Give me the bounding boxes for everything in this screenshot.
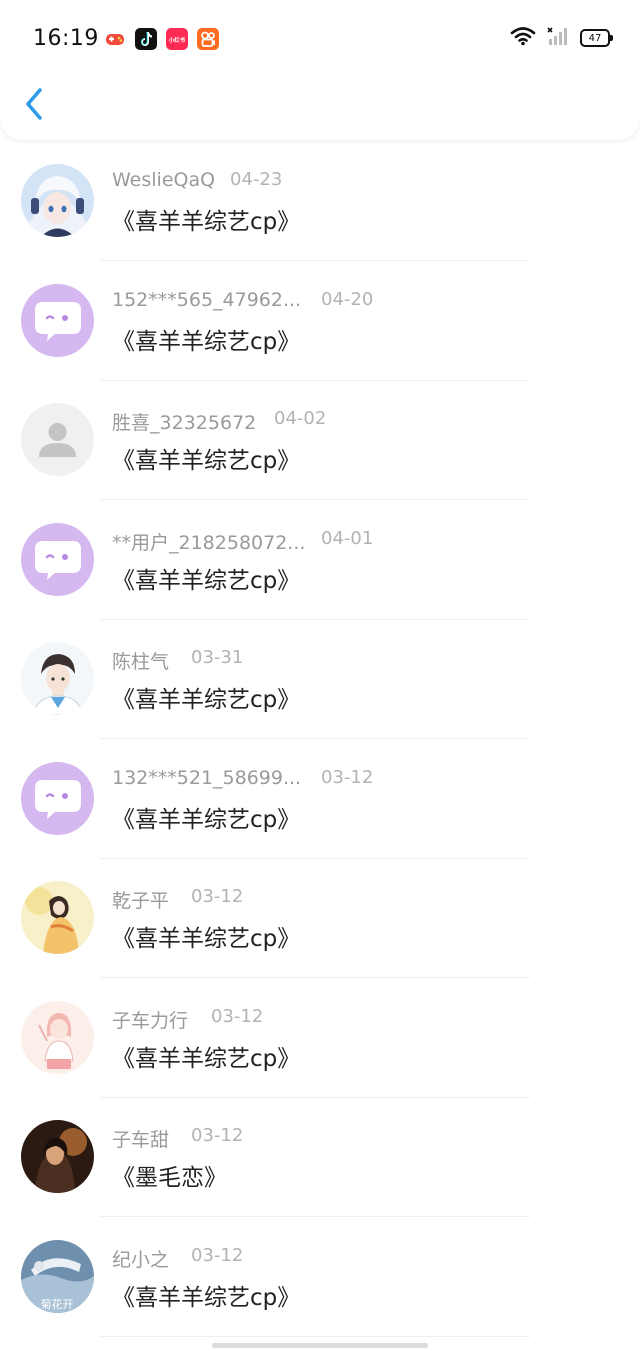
- name-line: 子车甜 03-12: [112, 1125, 243, 1152]
- cellular-signal-icon: [546, 26, 570, 50]
- name-line: 纪小之 03-12: [112, 1245, 243, 1272]
- avatar[interactable]: [21, 283, 94, 357]
- name-line: 乾子平 03-12: [112, 886, 243, 913]
- chat-bubble-icon: [21, 283, 94, 357]
- list-item[interactable]: 菊花开 纪小之 03-12 《喜羊羊综艺cp》: [0, 1219, 640, 1339]
- douyin-icon: [135, 28, 157, 50]
- xiaohongshu-logo-text: 小红书: [168, 36, 186, 44]
- list-item[interactable]: 乾子平 03-12 《喜羊羊综艺cp》: [0, 860, 640, 980]
- name-line: WeslieQaQ 04-23: [112, 169, 282, 191]
- avatar[interactable]: [21, 642, 94, 715]
- list-item[interactable]: 子车力行 03-12 《喜羊羊综艺cp》: [0, 980, 640, 1100]
- comment-date: 03-12: [321, 766, 374, 788]
- list-item[interactable]: WeslieQaQ 04-23 《喜羊羊综艺cp》: [0, 143, 640, 263]
- avatar[interactable]: [21, 1000, 94, 1074]
- avatar[interactable]: [21, 881, 94, 954]
- divider: [100, 1216, 530, 1217]
- avatar[interactable]: 菊花开: [21, 1239, 94, 1313]
- comment-date: 04-20: [321, 288, 374, 310]
- comment-text[interactable]: 《喜羊羊综艺cp》: [112, 1039, 300, 1073]
- kuaishou-icon: [197, 28, 219, 50]
- home-indicator[interactable]: [212, 1343, 428, 1348]
- list-item[interactable]: **用户_218258072... 04-01 《喜羊羊综艺cp》: [0, 502, 640, 622]
- comment-text[interactable]: 《喜羊羊综艺cp》: [112, 800, 300, 834]
- name-line: 子车力行 03-12: [112, 1006, 263, 1033]
- avatar[interactable]: [21, 403, 94, 476]
- status-indicators: 47: [510, 26, 613, 50]
- chat-bubble-icon: [21, 761, 94, 835]
- comment-date: 04-23: [230, 169, 283, 190]
- comment-text[interactable]: 《喜羊羊综艺cp》: [112, 441, 300, 475]
- back-button[interactable]: [20, 84, 52, 124]
- comment-date: 03-12: [211, 1005, 264, 1027]
- divider: [100, 738, 530, 739]
- battery-level: 47: [588, 32, 602, 44]
- comment-text[interactable]: 《喜羊羊综艺cp》: [112, 322, 300, 356]
- user-name[interactable]: 152***565_47962...: [112, 289, 301, 311]
- comment-date: 04-01: [321, 527, 374, 549]
- user-name[interactable]: 子车甜: [112, 1125, 169, 1152]
- xiaohongshu-icon: 小红书: [166, 28, 188, 50]
- divider: [100, 977, 530, 978]
- comment-date: 04-02: [274, 408, 327, 429]
- list-item[interactable]: 152***565_47962... 04-20 《喜羊羊综艺cp》: [0, 263, 640, 383]
- game-icon: [104, 28, 126, 50]
- comment-text[interactable]: 《喜羊羊综艺cp》: [112, 561, 300, 595]
- avatar[interactable]: [21, 522, 94, 596]
- comment-date: 03-12: [191, 1125, 244, 1146]
- user-name[interactable]: 乾子平: [112, 886, 169, 913]
- top-header: 16:19 小红书 47: [0, 0, 640, 140]
- name-line: **用户_218258072... 04-01: [112, 528, 373, 555]
- comment-text[interactable]: 《喜羊羊综艺cp》: [112, 1278, 300, 1312]
- list-item[interactable]: 陈柱气 03-31 《喜羊羊综艺cp》: [0, 621, 640, 741]
- divider: [100, 1096, 530, 1098]
- battery-icon: 47: [580, 29, 613, 47]
- comment-date: 03-12: [191, 1244, 244, 1266]
- avatar[interactable]: [21, 1120, 94, 1193]
- divider: [100, 857, 530, 859]
- divider: [100, 618, 530, 620]
- list-item[interactable]: 子车甜 03-12 《墨毛恋》: [0, 1099, 640, 1219]
- comment-date: 03-31: [191, 647, 244, 668]
- chevron-left-icon: [26, 88, 42, 120]
- comment-text[interactable]: 《喜羊羊综艺cp》: [112, 919, 300, 953]
- status-bar: 16:19 小红书 47: [0, 0, 640, 80]
- notification-app-icons: 小红书: [104, 28, 219, 50]
- user-name[interactable]: 纪小之: [112, 1245, 169, 1272]
- avatar[interactable]: [21, 761, 94, 835]
- user-name[interactable]: 132***521_58699...: [112, 767, 301, 789]
- name-line: 陈柱气 03-31: [112, 647, 243, 674]
- status-time: 16:19: [33, 26, 99, 51]
- name-line: 132***521_58699... 03-12: [112, 767, 373, 789]
- list-item[interactable]: 132***521_58699... 03-12 《喜羊羊综艺cp》: [0, 741, 640, 861]
- divider: [100, 379, 530, 381]
- comment-text[interactable]: 《喜羊羊综艺cp》: [112, 680, 300, 714]
- avatar[interactable]: [21, 164, 94, 237]
- list-item[interactable]: 胜喜_32325672 04-02 《喜羊羊综艺cp》: [0, 382, 640, 502]
- name-line: 胜喜_32325672 04-02: [112, 408, 326, 435]
- comment-list: WeslieQaQ 04-23 《喜羊羊综艺cp》 152***565_4796…: [0, 143, 640, 1338]
- name-line: 152***565_47962... 04-20: [112, 289, 373, 311]
- comment-date: 03-12: [191, 886, 244, 907]
- comment-text[interactable]: 《喜羊羊综艺cp》: [112, 202, 300, 236]
- person-icon: [21, 403, 94, 476]
- user-name[interactable]: 陈柱气: [112, 647, 169, 674]
- chat-bubble-icon: [21, 522, 94, 596]
- divider: [100, 260, 530, 261]
- divider: [100, 1335, 530, 1337]
- divider: [100, 499, 530, 500]
- user-name[interactable]: WeslieQaQ: [112, 169, 215, 191]
- user-name[interactable]: 子车力行: [112, 1006, 188, 1033]
- comment-text[interactable]: 《墨毛恋》: [112, 1158, 227, 1192]
- user-name[interactable]: 胜喜_32325672: [112, 408, 256, 435]
- wifi-icon: [510, 26, 536, 50]
- avatar-text: 菊花开: [41, 1298, 74, 1311]
- user-name[interactable]: **用户_218258072...: [112, 528, 305, 555]
